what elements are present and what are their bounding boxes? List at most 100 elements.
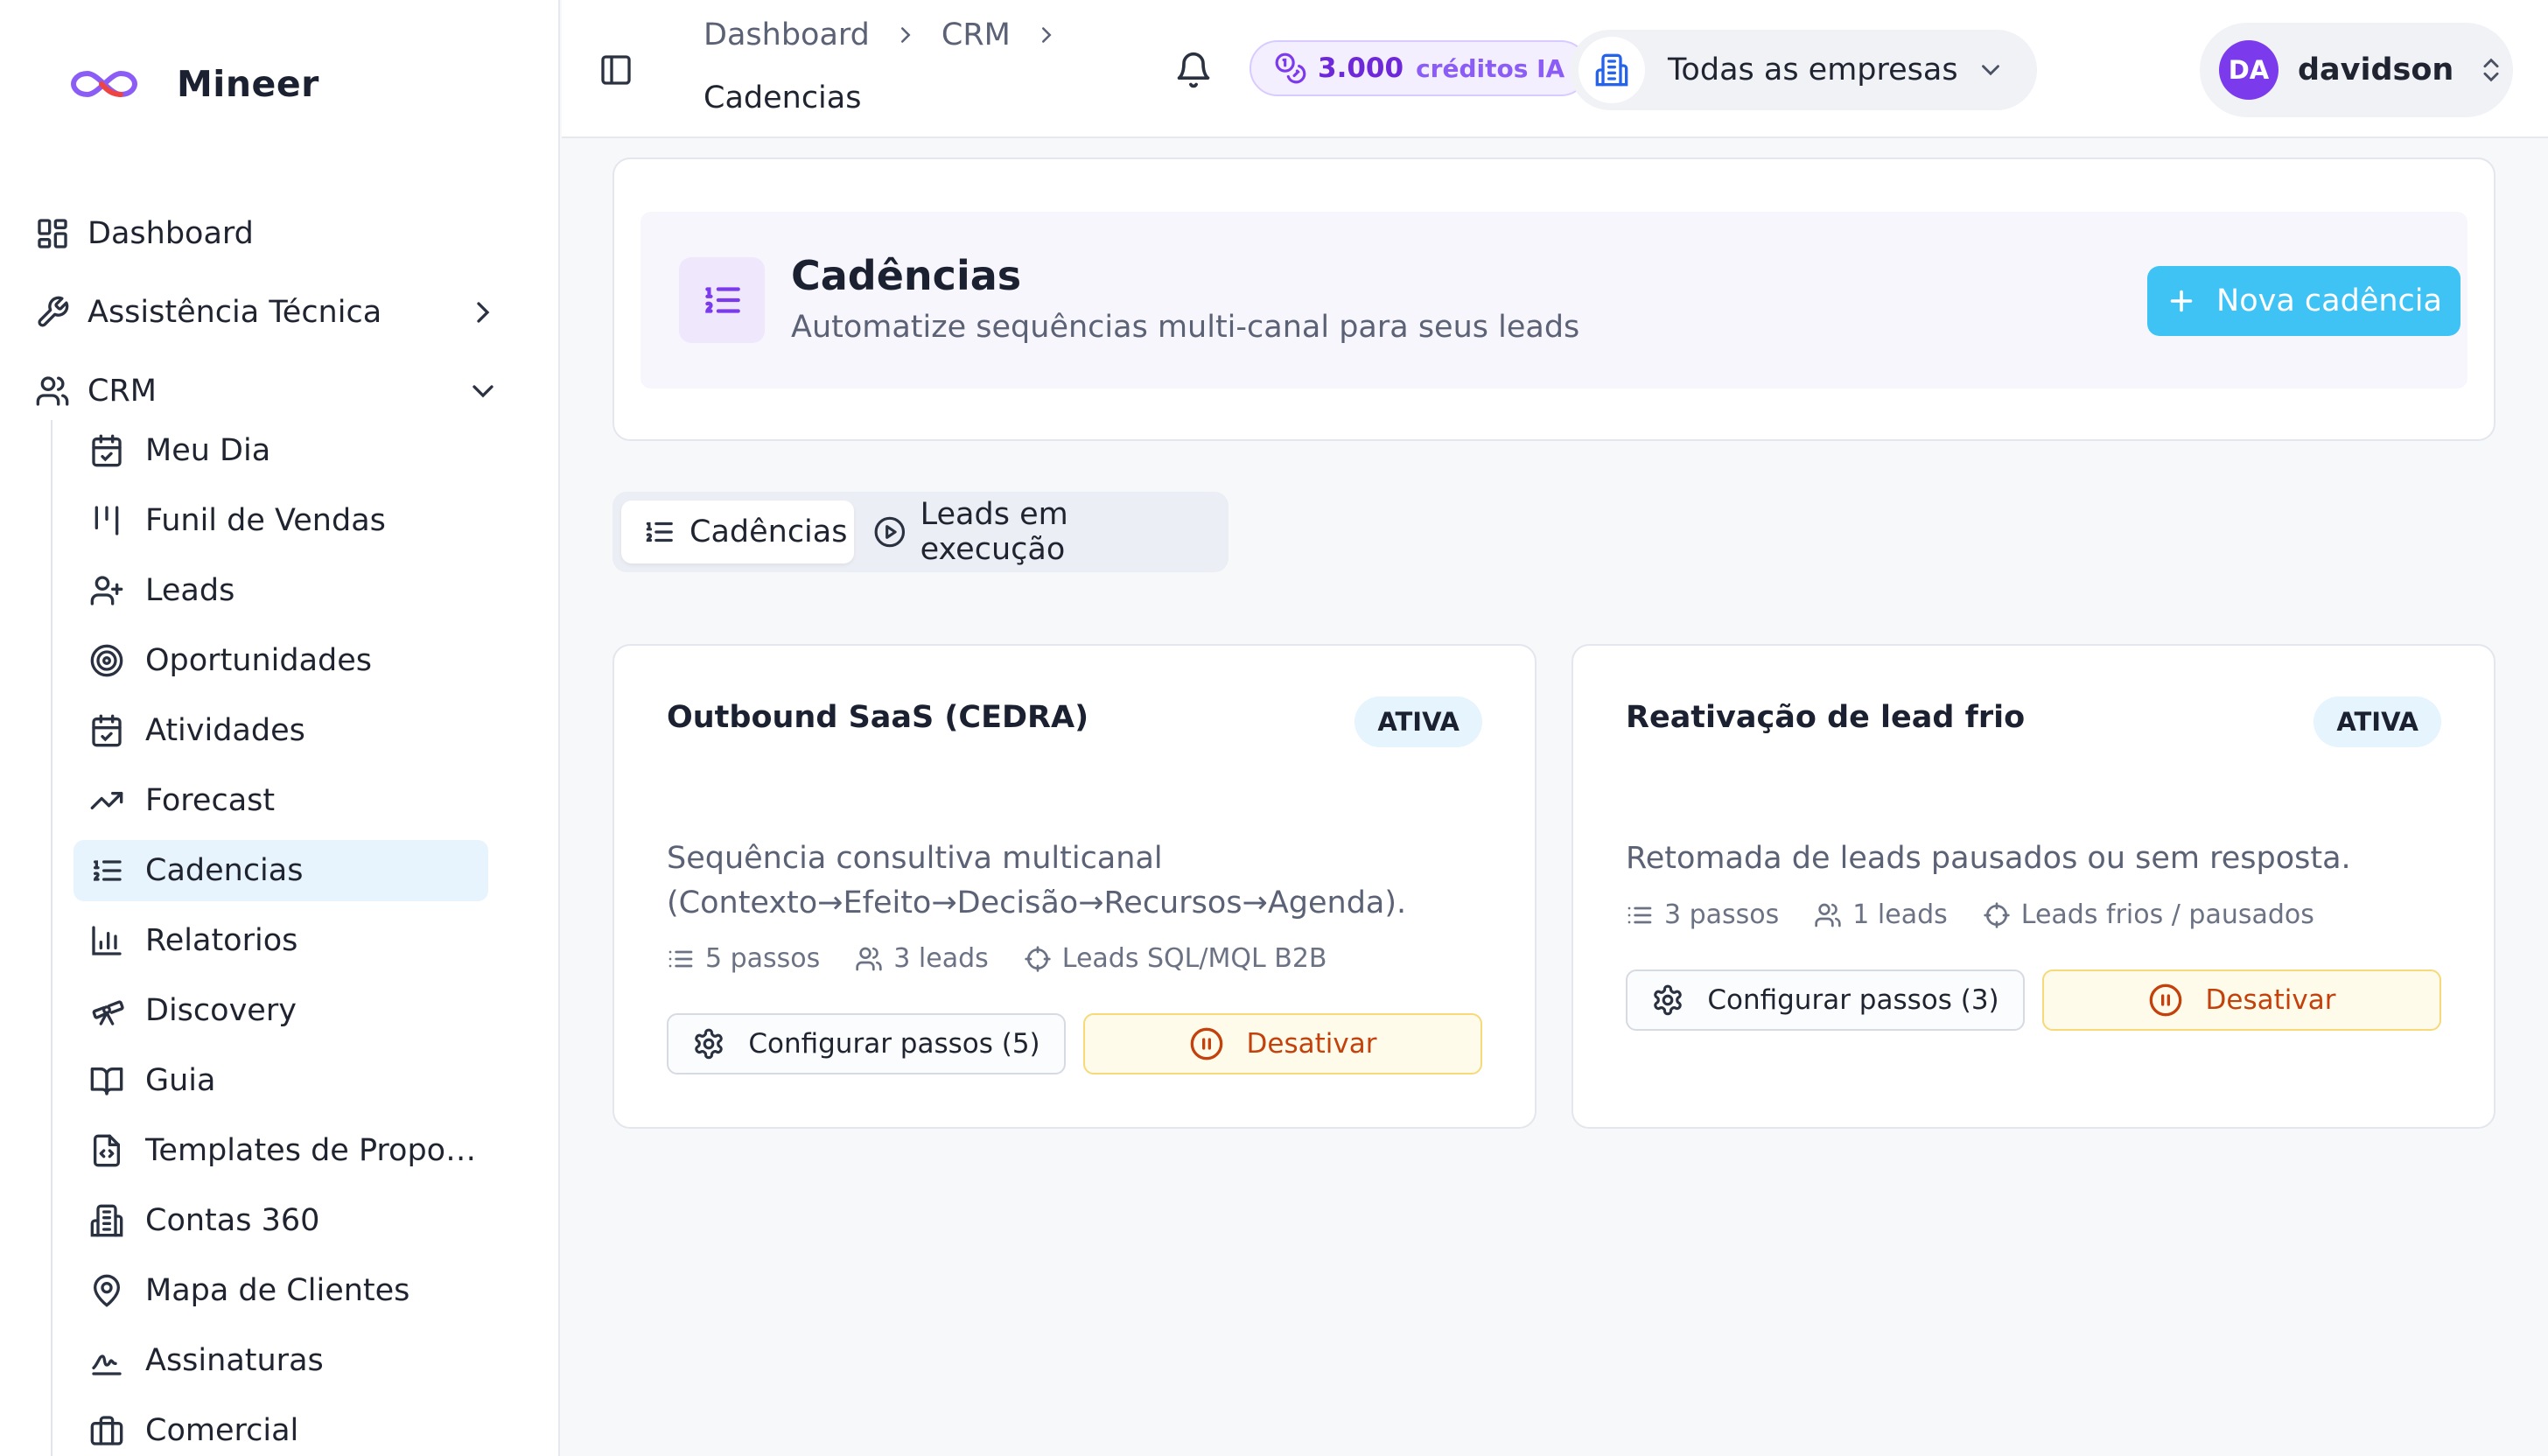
sidebar-item-label: Meu Dia [145,433,271,468]
cadence-title: Reativação de lead frio [1626,700,2026,735]
sidebar-item-relatorios[interactable]: Relatorios [74,910,488,971]
status-badge: ATIVA [1354,696,1482,747]
cadence-tabs: Cadências Leads em execução [612,492,1228,572]
user-plus-icon [90,576,123,606]
cadence-description: Retomada de leads pausados ou sem respos… [1626,841,2351,876]
leads-count: 3 leads [855,943,989,974]
mineer-logo-icon [70,70,138,98]
sidebar-item-label: Atividades [145,713,305,748]
sidebar-item-label: Cadencias [145,853,304,888]
sidebar-item-oportunidades[interactable]: Oportunidades [74,630,488,691]
sidebar-item-assinaturas[interactable]: Assinaturas [74,1330,488,1391]
building-icon [90,1204,123,1237]
chevron-down-icon [1981,65,1999,76]
chevron-down-icon[interactable] [466,374,500,409]
sidebar-item-comercial[interactable]: Comercial [74,1400,488,1456]
chevron-right-icon [1041,27,1052,43]
sidebar-item-label: Relatorios [145,923,298,958]
breadcrumb-dashboard[interactable]: Dashboard [704,18,870,52]
list-ordered-icon [93,860,122,881]
configure-steps-button[interactable]: Configurar passos (5) [667,1013,1066,1074]
steps-label: 5 passos [705,943,821,974]
leads-count: 1 leads [1814,900,1948,930]
sidebar-item-templates-de-proposta[interactable]: Templates de Propos... [74,1120,488,1181]
building-icon [1595,53,1628,87]
brand[interactable]: Mineer [70,63,319,105]
users-icon [856,947,882,970]
target-label: Leads SQL/MQL B2B [1061,943,1327,974]
sidebar-item-cadencias[interactable]: Cadencias [74,840,488,901]
breadcrumb-crm[interactable]: CRM [942,18,1011,52]
sidebar-item-mapa-de-clientes[interactable]: Mapa de Clientes [74,1260,488,1321]
ai-credits-badge[interactable]: 3.000 créditos IA [1250,40,1590,96]
list-ordered-icon [705,287,740,313]
kanban-icon [94,506,119,536]
crosshair-icon [1025,945,1051,972]
sidebar-item-label: Assinaturas [145,1343,324,1378]
sidebar-item-discovery[interactable]: Discovery [74,980,488,1041]
gear-icon [1654,984,1683,1016]
deactivate-button[interactable]: Desativar [2042,970,2441,1031]
sidebar-item-label: Discovery [145,993,297,1028]
sidebar-item-guia[interactable]: Guia [74,1050,488,1111]
sidebar-item-forecast[interactable]: Forecast [74,770,488,831]
crm-subnav: Meu Dia Funil de Vendas Leads Oportunida… [51,420,506,1456]
sidebar-item-label: CRM [88,374,157,409]
cadence-title: Outbound SaaS (CEDRA) [667,700,1089,735]
telescope-icon [92,1000,124,1026]
deactivate-button[interactable]: Desativar [1083,1013,1482,1074]
avatar: DA [2219,40,2278,100]
bell-icon[interactable] [1174,51,1213,89]
sidebar-main-nav: Dashboard Assistência Técnica CRM [35,194,532,430]
configure-steps-button[interactable]: Configurar passos (3) [1626,970,2025,1031]
users-icon [36,376,69,406]
steps-label: 3 passos [1664,900,1780,930]
new-cadence-label: Nova cadência [2216,284,2442,318]
sidebar-item-label: Leads [145,573,235,608]
sidebar-item-label: Assistência Técnica [88,295,382,330]
pause-circle-icon [1190,1027,1222,1060]
sidebar-item-funil-de-vendas[interactable]: Funil de Vendas [74,490,488,551]
calendar-check-icon [92,434,122,467]
sidebar-item-contas-360[interactable]: Contas 360 [74,1190,488,1251]
gear-icon [695,1028,724,1060]
sidebar-item-assistencia-tecnica[interactable]: Assistência Técnica [35,273,532,352]
tab-cadencias[interactable]: Cadências [621,500,854,564]
sidebar-item-label: Forecast [145,783,276,818]
sidebar-item-meu-dia[interactable]: Meu Dia [74,420,488,481]
sidebar-item-label: Contas 360 [145,1203,320,1238]
sidebar-item-crm[interactable]: CRM [35,352,532,430]
crosshair-icon [1984,901,2010,928]
new-cadence-button[interactable]: Nova cadência [2147,266,2460,336]
status-badge: ATIVA [2314,696,2441,747]
cadences-header-icon-wrap [679,257,765,343]
coins-icon [1275,52,1306,84]
credits-label: créditos IA [1416,53,1565,83]
user-menu[interactable]: DA davidson [2200,23,2513,117]
sidebar-item-atividades[interactable]: Atividades [74,700,488,761]
book-icon [90,1068,123,1096]
plus-icon [2170,290,2193,312]
steps-count: 3 passos [1626,900,1779,930]
cadence-description: Sequência consultiva multicanal (Context… [667,841,1407,920]
list-icon [1628,906,1652,923]
list-icon [668,950,693,967]
sidebar-item-label: Mapa de Clientes [145,1273,410,1308]
dashboard-grid-icon [38,219,67,248]
map-pin-icon [93,1274,121,1307]
sidebar-item-dashboard[interactable]: Dashboard [35,194,532,273]
signature-icon [92,1354,122,1376]
steps-count: 5 passos [667,943,820,974]
chevron-right-icon[interactable] [466,295,500,330]
cadence-meta: 5 passos 3 leads Leads SQL/MQL B2B [667,943,1362,974]
tab-leads-em-execucao[interactable]: Leads em execução [873,497,1220,567]
trending-up-icon [90,792,123,809]
company-selector[interactable]: Todas as empresas [1570,30,2037,110]
sidebar-toggle-icon[interactable] [598,52,634,88]
user-name: davidson [2298,52,2454,88]
page-subtitle: Automatize sequências multi-canal para s… [791,310,1580,345]
deactivate-label: Desativar [2205,984,2336,1016]
brand-name: Mineer [177,63,319,105]
sidebar-item-leads[interactable]: Leads [74,560,488,621]
breadcrumb: Dashboard CRM Cadencias [704,16,1082,116]
